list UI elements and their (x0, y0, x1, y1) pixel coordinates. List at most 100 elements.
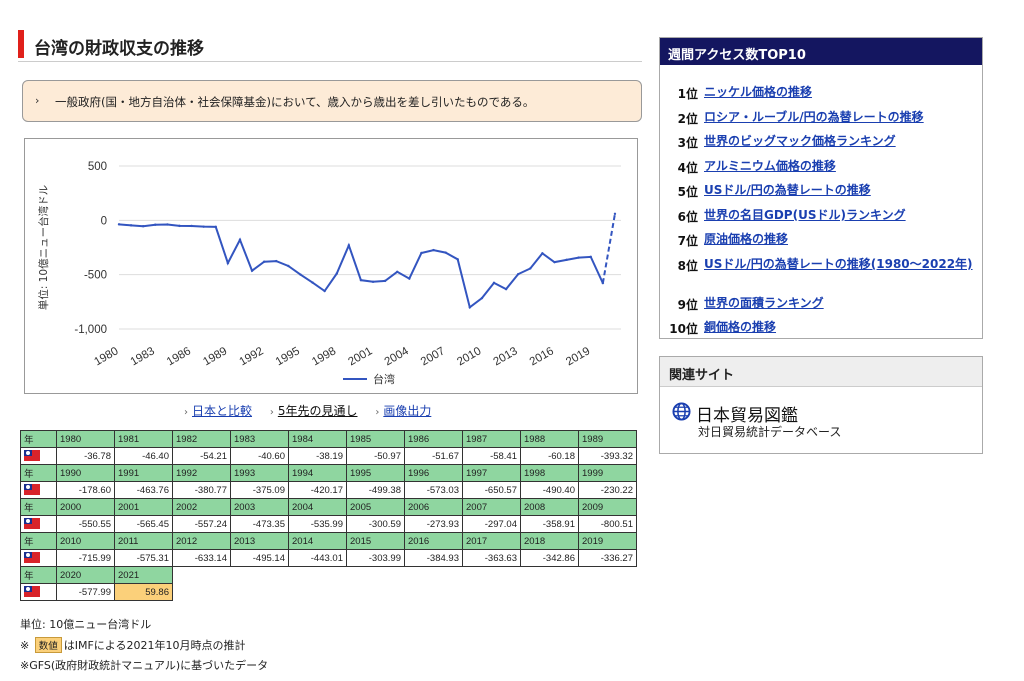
year-cell: 2020 (56, 566, 115, 584)
flag-cell (20, 481, 57, 499)
table-year-row: 年 2000 2001 2002 2003 2004 2005 2006 2007 2008 200… (20, 498, 637, 516)
year-cell: 1984 (288, 430, 347, 448)
value-cell: -342.86 (520, 549, 579, 567)
value-cell: -800.51 (578, 515, 637, 533)
ranking-number: 9位 (660, 296, 698, 312)
year-cell: 2005 (346, 498, 405, 516)
data-point (359, 278, 363, 282)
value-cell: -575.31 (114, 549, 173, 567)
data-point (202, 225, 205, 228)
table-year-row: 年 2010 2011 2012 2013 2014 2015 2016 2017 2018 201… (20, 532, 637, 550)
ranking-link[interactable]: USドル/円の為替レートの推移(1980～2022年) (704, 257, 974, 272)
data-point (589, 255, 592, 259)
year-cell: 1982 (172, 430, 231, 448)
data-point (516, 272, 520, 276)
year-cell: 1987 (462, 430, 521, 448)
value-cell: -384.93 (404, 549, 463, 567)
value-cell: -463.76 (114, 481, 173, 499)
chevron-right-icon: › (375, 407, 380, 418)
data-point (613, 212, 617, 216)
year-header: 年 (20, 430, 57, 448)
page-title: 台湾の財政収支の推移 (34, 39, 204, 59)
series-line-taiwan (118, 223, 604, 310)
ranking-link[interactable]: 原油価格の推移 (704, 232, 974, 247)
year-cell: 1997 (462, 464, 521, 482)
value-cell: -557.24 (172, 515, 231, 533)
top10-header: 週間アクセス数TOP10 (660, 38, 982, 65)
note-text: 一般政府(国・地方自治体・社会保障基金)において、歳入から歳出を差し引いたもので… (55, 95, 535, 109)
ranking-number: 3位 (660, 134, 698, 150)
title-accent (18, 30, 24, 58)
year-cell: 1995 (346, 464, 405, 482)
value-cell: -54.21 (172, 447, 231, 465)
ranking-number: 10位 (660, 320, 698, 336)
table-value-row: -36.78 -46.40 -54.21 -40.60 -38.19 -50.97 -51.… (20, 447, 637, 465)
image-export-link[interactable]: 画像出力 (383, 404, 431, 418)
rank-label: 5位 (677, 185, 698, 199)
rank-label: 10位 (669, 322, 698, 336)
flag-cell (20, 583, 57, 601)
data-point (141, 225, 145, 228)
ranking-link[interactable]: アルミニウム価格の推移 (704, 159, 974, 174)
value-cell: -273.93 (404, 515, 463, 533)
ranking-link[interactable]: ロシア・ルーブル/円の為替レートの推移 (704, 110, 974, 125)
year-cell: 2016 (404, 532, 463, 550)
taiwan-flag-icon (24, 586, 40, 598)
year-cell: 2001 (114, 498, 173, 516)
compare-link[interactable]: 日本と比較 (192, 404, 252, 418)
estimate-prefix: ※ (20, 639, 30, 652)
ranking-link[interactable]: 世界の面積ランキング (704, 296, 974, 311)
data-point (129, 224, 133, 227)
estimated-value-cell: 59.86 (114, 583, 173, 601)
x-tick-label: 2001 (346, 345, 374, 368)
ranking-number: 8位 (660, 257, 698, 273)
ranking-link[interactable]: ニッケル価格の推移 (704, 85, 974, 100)
value-cell: -535.99 (288, 515, 347, 533)
value-cell: -60.18 (520, 447, 579, 465)
year-cell: 2013 (230, 532, 289, 550)
x-tick-label: 1983 (129, 345, 157, 368)
value-cell: -495.14 (230, 549, 289, 567)
data-point (456, 258, 459, 261)
table-value-row: -715.99 -575.31 -633.14 -495.14 -443.01 -303.… (20, 549, 637, 567)
data-point (347, 244, 351, 247)
x-tick-label: 1986 (165, 345, 193, 368)
data-point (262, 260, 266, 263)
data-point (311, 281, 314, 284)
table-value-row: -577.99 59.86 (20, 583, 637, 601)
year-header: 年 (20, 464, 57, 482)
ranking-link[interactable]: 世界の名目GDP(USドル)ランキング (704, 208, 974, 223)
data-point (541, 252, 544, 255)
x-tick-label: 1992 (237, 345, 265, 368)
year-cell: 1985 (346, 430, 405, 448)
year-cell: 1981 (114, 430, 173, 448)
value-cell: -375.09 (230, 481, 289, 499)
estimate-suffix: はIMFによる2021年10月時点の推計 (63, 639, 246, 652)
x-tick-label: 2007 (419, 345, 447, 368)
value-cell: -38.19 (288, 447, 347, 465)
year-cell: 2014 (288, 532, 347, 550)
y-tick-label: 500 (88, 161, 107, 173)
value-cell: -380.77 (172, 481, 231, 499)
value-cell: -51.67 (404, 447, 463, 465)
ranking-link[interactable]: 世界のビッグマック価格ランキング (704, 134, 974, 149)
ranking-link[interactable]: 銅価格の推移 (704, 320, 974, 335)
y-axis-title: 単位: 10億ニュー台湾ドル (37, 185, 50, 310)
ranking-number: 2位 (660, 110, 698, 126)
year-cell: 2008 (520, 498, 579, 516)
year-cell: 2011 (114, 532, 173, 550)
data-point (577, 256, 580, 259)
forecast-link[interactable]: 5年先の見通し (278, 404, 358, 418)
data-point (335, 272, 338, 275)
data-point (323, 289, 326, 293)
value-cell: -303.99 (346, 549, 405, 567)
data-point (117, 223, 121, 226)
x-tick-label: 2019 (564, 345, 592, 368)
data-point (287, 264, 290, 268)
value-cell: -297.04 (462, 515, 521, 533)
value-cell: -473.35 (230, 515, 289, 533)
value-cell: -550.55 (56, 515, 115, 533)
data-point (396, 270, 399, 273)
value-cell: -40.60 (230, 447, 289, 465)
ranking-link[interactable]: USドル/円の為替レートの推移 (704, 183, 974, 198)
